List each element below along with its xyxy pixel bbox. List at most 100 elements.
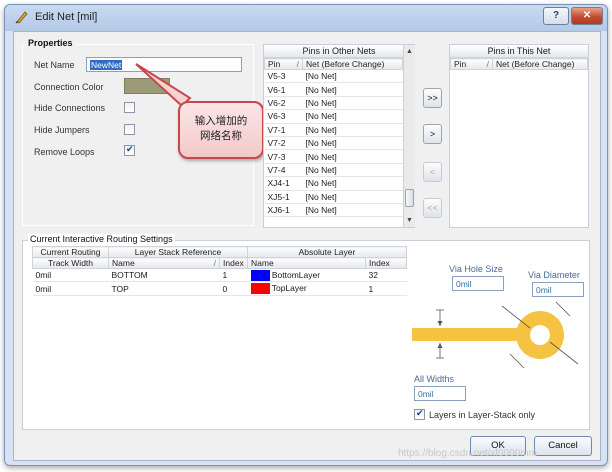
pin-row[interactable]: XJ5-1 [No Net] [264, 190, 403, 204]
pin-cell: V7-1 [264, 123, 303, 137]
pin-row[interactable]: XJ6-1 [No Net] [264, 203, 403, 218]
pin-row[interactable]: XJ4-1 [No Net] [264, 176, 403, 191]
track-width-cell[interactable]: 0mil [32, 268, 109, 283]
hdr-name[interactable]: Name / [108, 257, 220, 269]
pin-net-cell: [No Net] [302, 109, 403, 124]
layers-in-stack-only-label: Layers in Layer-Stack only [429, 410, 536, 420]
remove-pin-button[interactable]: < [423, 162, 442, 182]
scroll-up-icon[interactable]: ▲ [404, 46, 415, 57]
pin-cell: V6-1 [264, 82, 303, 97]
connection-color-label: Connection Color [34, 82, 104, 92]
net-name-label: Net Name [34, 60, 75, 70]
hdr-index[interactable]: Index [219, 257, 248, 269]
pin-net-cell: [No Net] [302, 149, 403, 164]
pin-cell: V5-3 [264, 69, 303, 84]
hide-jumpers-checkbox[interactable] [124, 124, 135, 135]
layer-color-swatch [250, 283, 270, 295]
pin-cell: XJ6-1 [264, 203, 303, 218]
close-button[interactable]: ✕ [571, 7, 603, 25]
absolute-layer-name: TopLayer [271, 282, 307, 293]
layer-ref-index-cell: 0 [219, 281, 248, 296]
via-hole-size-label: Via Hole Size [449, 264, 503, 274]
track-width-cell[interactable]: 0mil [32, 281, 109, 296]
sort-indicator-this: / [486, 59, 489, 69]
pin-cell: V7-2 [264, 136, 303, 151]
layers-in-stack-only-checkbox[interactable] [414, 408, 425, 420]
add-all-pins-button[interactable]: >> [423, 88, 442, 108]
pin-row[interactable]: V7-2 [No Net] [264, 136, 403, 151]
cancel-button[interactable]: Cancel [534, 436, 592, 456]
title-bar: Edit Net [mil] ? ✕ [5, 5, 607, 29]
pin-cell: V6-3 [264, 109, 303, 124]
remove-loops-label: Remove Loops [34, 147, 95, 157]
track-shape [412, 328, 526, 341]
annotation-callout: 输入增加的 网络名称 [178, 101, 264, 159]
add-pin-button[interactable]: > [423, 124, 442, 144]
pins-other-scrollbar[interactable]: ▲ ▼ [403, 45, 415, 227]
absolute-layer-name: BottomLayer [271, 269, 321, 280]
pin-net-cell: [No Net] [302, 163, 403, 178]
via-diameter-label: Via Diameter [528, 270, 580, 280]
pin-net-cell: [No Net] [302, 190, 403, 204]
pins-this-net-title: Pins in This Net [450, 45, 588, 58]
watermark: https://blog.csdn.net/xf0000mm [398, 448, 537, 459]
pin-net-cell: [No Net] [302, 96, 403, 111]
col-net[interactable]: Net (Before Change) [302, 58, 403, 70]
hdr-abs-index[interactable]: Index [365, 257, 407, 269]
pin-net-cell: [No Net] [302, 136, 403, 151]
pin-cell: V6-2 [264, 96, 303, 111]
pin-net-cell: [No Net] [302, 123, 403, 137]
pin-row[interactable]: V7-4 [No Net] [264, 163, 403, 178]
hdr-track-width[interactable]: Track Width [32, 257, 109, 269]
all-widths-input[interactable]: 0mil [414, 386, 466, 401]
hdr-absolute-layer: Absolute Layer [247, 246, 407, 258]
remove-all-pins-button[interactable]: << [423, 198, 442, 218]
absolute-layer-cell: BottomLayer [247, 268, 366, 283]
pins-other-nets-table: Pin / Net (Before Change) V5-3 [No Net] V6… [264, 58, 403, 218]
hdr-current-routing: Current Routing [32, 246, 109, 258]
col-pin[interactable]: Pin / [264, 58, 303, 70]
pin-row[interactable]: V7-3 [No Net] [264, 149, 403, 164]
via-diagram [412, 301, 579, 369]
hide-connections-label: Hide Connections [34, 103, 106, 113]
layer-ref-name-cell: TOP [108, 281, 220, 296]
hdr-abs-name[interactable]: Name [247, 257, 366, 269]
col-pin-this[interactable]: Pin / [450, 58, 493, 70]
layer-ref-index-cell: 1 [219, 268, 248, 283]
absolute-layer-index-cell: 1 [365, 281, 407, 296]
hdr-name-label: Name [112, 258, 135, 268]
pin-row[interactable]: V6-1 [No Net] [264, 82, 403, 97]
pin-row[interactable]: V5-3 [No Net] [264, 69, 403, 84]
callout-line-1: 输入增加的 [194, 115, 248, 127]
pin-row[interactable]: V6-3 [No Net] [264, 109, 403, 124]
col-pin-this-label: Pin [454, 59, 467, 69]
routing-table: Current Routing Layer Stack Reference Ab… [32, 246, 407, 296]
via-hole-shape [530, 325, 550, 345]
layer-color-swatch [250, 269, 270, 281]
properties-title: Properties [26, 38, 75, 48]
routing-row[interactable]: 0mil TOP 0 TopLayer 1 [32, 281, 407, 296]
col-net-this[interactable]: Net (Before Change) [492, 58, 588, 70]
layer-ref-name-cell: BOTTOM [108, 268, 220, 283]
net-edit-icon [15, 11, 28, 24]
col-pin-label: Pin [268, 59, 281, 69]
net-name-value: NewNet [90, 60, 123, 70]
pin-cell: XJ5-1 [264, 190, 303, 204]
absolute-layer-index-cell: 32 [365, 268, 407, 283]
sort-indicator-routing: / [213, 258, 216, 268]
dialog-client: Properties Net Name NewNet Connection Co… [13, 31, 601, 461]
via-hole-size-input[interactable]: 0mil [452, 276, 504, 291]
routing-group-title: Current Interactive Routing Settings [28, 234, 175, 244]
routing-row[interactable]: 0mil BOTTOM 1 BottomLayer 32 [32, 268, 407, 283]
scroll-thumb[interactable] [405, 189, 414, 207]
pin-net-cell: [No Net] [302, 82, 403, 97]
help-button[interactable]: ? [543, 7, 569, 25]
pin-cell: V7-4 [264, 163, 303, 178]
scroll-down-icon[interactable]: ▼ [404, 215, 415, 226]
pins-this-net-table: Pin / Net (Before Change) [450, 58, 588, 70]
pin-row[interactable]: V6-2 [No Net] [264, 96, 403, 111]
pin-row[interactable]: V7-1 [No Net] [264, 123, 403, 137]
all-widths-label: All Widths [414, 374, 455, 384]
remove-loops-checkbox[interactable] [124, 144, 135, 156]
hide-jumpers-label: Hide Jumpers [34, 125, 90, 135]
